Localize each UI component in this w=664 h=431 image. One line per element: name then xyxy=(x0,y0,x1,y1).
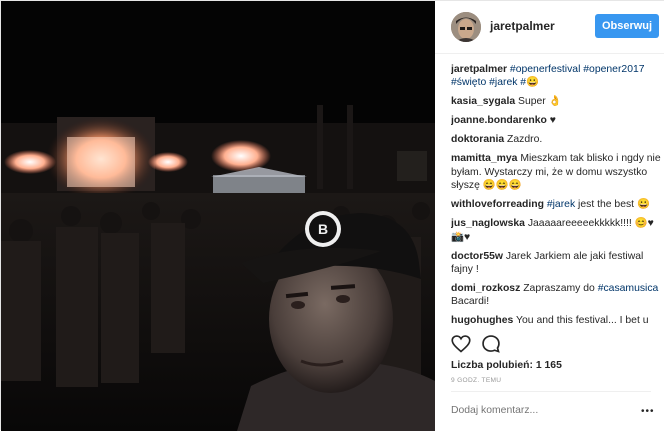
comment-item: kasia_sygala Super 👌 xyxy=(451,95,661,108)
caption-username[interactable]: jaretpalmer xyxy=(451,64,507,75)
post-side-panel: jaretpalmer Obserwuj jaretpalmer #opener… xyxy=(435,1,664,431)
comment-icon[interactable] xyxy=(481,334,501,354)
comment-username[interactable]: mamitta_mya xyxy=(451,153,517,164)
comment-item: doctor55w Jarek Jarkiem ale jaki festiwa… xyxy=(451,250,661,277)
comment-text: Zazdro. xyxy=(507,134,543,146)
comment-item: joanne.bondarenko ♥ xyxy=(451,114,661,127)
svg-text:B: B xyxy=(318,221,328,237)
heart-icon-glyph xyxy=(451,335,471,353)
comment-item: hugohughes You and this festival... I be… xyxy=(451,314,661,325)
comment-text: Zapraszamy do xyxy=(523,283,598,295)
comment-username[interactable]: joanne.bondarenko xyxy=(451,115,547,126)
comment-hashtag[interactable]: #casamusica xyxy=(598,283,659,294)
add-comment-input[interactable] xyxy=(451,405,631,416)
instagram-post-frame: B jaretpalmer Obserwuj jaretpalmer #open… xyxy=(0,0,664,431)
post-photo[interactable]: B xyxy=(1,1,435,431)
comment-username[interactable]: domi_rozkosz xyxy=(451,283,520,294)
post-timestamp[interactable]: 9 GODZ. TEMU xyxy=(451,377,501,384)
comment-item: domi_rozkosz Zapraszamy do #casamusica B… xyxy=(451,282,661,309)
more-options-icon[interactable]: ••• xyxy=(641,406,655,417)
post-header: jaretpalmer Obserwuj xyxy=(435,1,664,54)
comment-item: withloveforreading #jarek jest the best … xyxy=(451,198,661,211)
caption: jaretpalmer #openerfestival #opener2017 … xyxy=(451,63,661,90)
concert-selfie-image: B xyxy=(1,1,435,431)
comment-text: Bacardi! xyxy=(451,296,490,308)
comment-item: doktorania Zazdro. xyxy=(451,133,661,146)
comment-username[interactable]: withloveforreading xyxy=(451,199,544,210)
comment-username[interactable]: doktorania xyxy=(451,134,504,145)
avatar-image xyxy=(451,12,481,42)
comments-list[interactable]: jaretpalmer #openerfestival #opener2017 … xyxy=(451,63,661,325)
comment-hashtag[interactable]: #jarek xyxy=(547,199,575,210)
comment-divider xyxy=(451,391,651,392)
comment-text: Super 👌 xyxy=(518,96,562,108)
comment-username[interactable]: hugohughes xyxy=(451,315,513,325)
post-author-username[interactable]: jaretpalmer xyxy=(490,19,555,33)
comment-text: ♥ xyxy=(549,115,556,127)
heart-icon[interactable] xyxy=(451,334,471,354)
comment-username[interactable]: kasia_sygala xyxy=(451,96,515,107)
likes-count[interactable]: Liczba polubień: 1 165 xyxy=(451,360,562,371)
comment-icon-glyph xyxy=(482,335,500,353)
comment-username[interactable]: jus_naglowska xyxy=(451,218,525,229)
comment-item: jus_naglowska Jaaaaareeeeekkkkk!!!! 😊♥📸♥ xyxy=(451,217,661,244)
comment-item: mamitta_mya Mieszkam tak blisko i ngdy n… xyxy=(451,152,661,192)
follow-button[interactable]: Obserwuj xyxy=(595,14,659,38)
avatar[interactable] xyxy=(451,12,481,42)
comment-username[interactable]: doctor55w xyxy=(451,251,503,262)
comment-text: jest the best 😀 xyxy=(575,199,650,211)
